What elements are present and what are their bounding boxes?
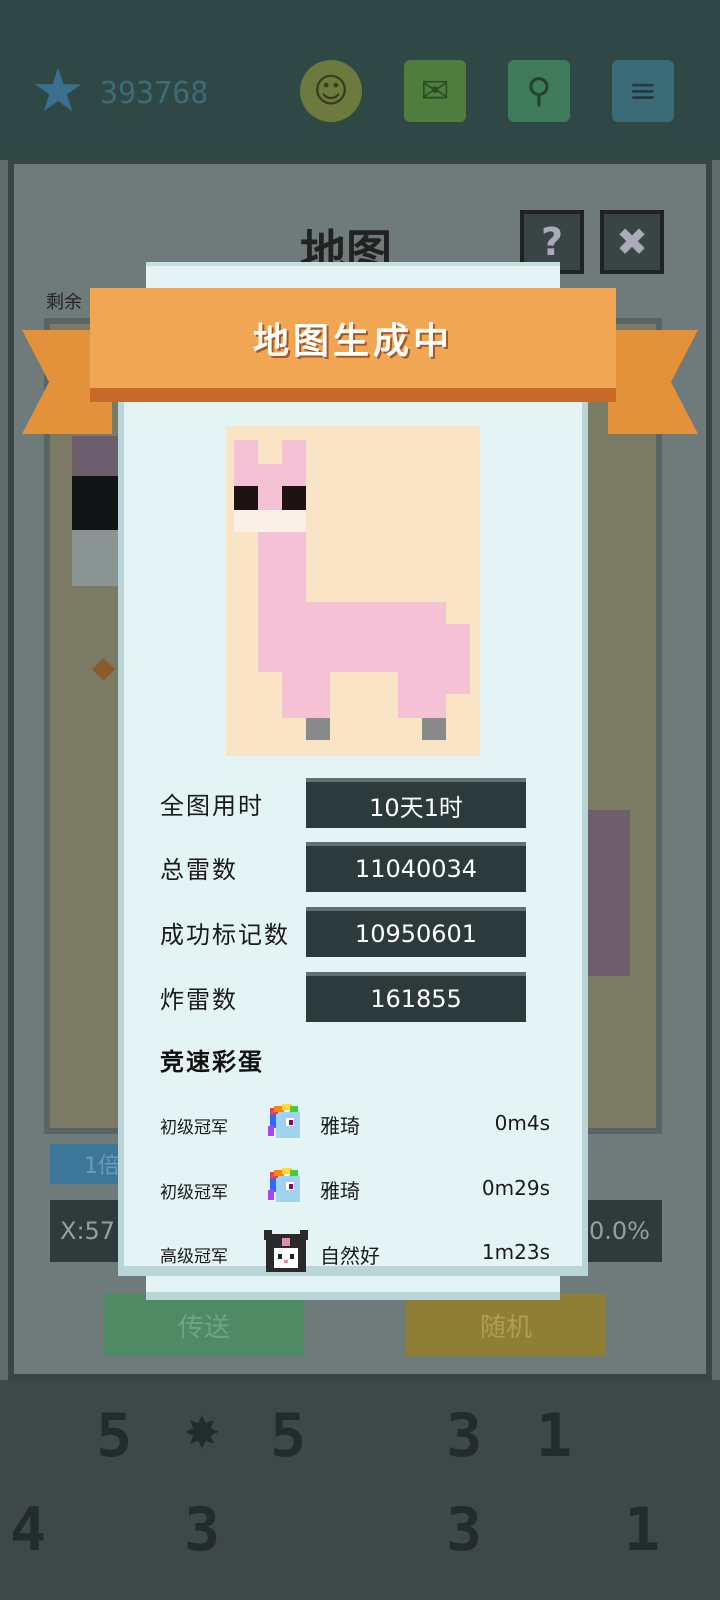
random-button[interactable]: 随机 — [406, 1294, 606, 1356]
smile-icon[interactable]: ☺ — [300, 60, 362, 122]
remaining-label: 剩余 — [46, 292, 82, 313]
stat-value-flags: 10950601 — [306, 907, 526, 957]
user-icon[interactable]: ⚲ — [508, 60, 570, 122]
mine-cell[interactable]: 3 — [420, 1486, 508, 1574]
rainbow-pony-avatar — [268, 1104, 300, 1138]
progress-percent: 0.0% — [580, 1200, 662, 1262]
stat-label-total-mines: 总雷数 — [160, 856, 238, 884]
map-region — [72, 530, 122, 586]
stat-label-flags: 成功标记数 — [160, 921, 290, 949]
star-icon: ★ — [31, 56, 85, 126]
mine-cell[interactable]: 3 — [420, 1392, 508, 1480]
map-region — [72, 476, 122, 530]
chat-icon[interactable]: ✉ — [404, 60, 466, 122]
map-region — [72, 436, 122, 476]
mine-cell[interactable]: 5 — [70, 1392, 158, 1480]
mine-cell[interactable]: 4 — [0, 1486, 72, 1574]
menu-icon[interactable]: ≡ — [612, 60, 674, 122]
stat-label-time: 全图用时 — [160, 792, 264, 820]
race-section-title: 竞速彩蛋 — [160, 1047, 264, 1076]
record-time: 1m23s — [481, 1240, 550, 1264]
record-rank: 初级冠军 — [160, 1118, 228, 1138]
dialog-header-ribbon: 地图生成中 — [90, 288, 616, 402]
mine-cell[interactable]: 1 — [510, 1392, 598, 1480]
record-rank: 初级冠军 — [160, 1183, 228, 1203]
map-region — [586, 810, 630, 976]
teleport-button[interactable]: 传送 — [104, 1294, 304, 1356]
stat-value-total-mines: 11040034 — [306, 842, 526, 892]
dialog-bottom — [146, 1276, 560, 1300]
mine-cell[interactable]: 3 — [158, 1486, 246, 1574]
close-button[interactable]: ✖ — [600, 210, 664, 274]
record-rank: 高级冠军 — [160, 1247, 228, 1267]
mine-cell[interactable]: 5 — [244, 1392, 332, 1480]
stat-value-exploded: 161855 — [306, 972, 526, 1022]
location-pin-icon: ◆ — [92, 650, 116, 685]
record-player-name: 雅琦 — [320, 1114, 360, 1138]
mine-icon: ✸ — [184, 1394, 220, 1462]
rainbow-pony-avatar — [268, 1168, 300, 1202]
alpaca-pixel-art — [226, 426, 480, 756]
score-counter: 393768 — [100, 76, 209, 111]
record-player-name: 雅琦 — [320, 1179, 360, 1203]
mine-cell[interactable]: 1 — [598, 1486, 686, 1574]
record-time: 0m4s — [494, 1111, 550, 1135]
stat-value-time: 10天1时 — [306, 778, 526, 828]
dialog-title: 地图生成中 — [252, 320, 453, 362]
record-time: 0m29s — [481, 1176, 550, 1200]
record-player-name: 自然好 — [320, 1244, 380, 1268]
stat-label-exploded: 炸雷数 — [160, 986, 238, 1014]
kuromi-avatar — [264, 1230, 308, 1272]
